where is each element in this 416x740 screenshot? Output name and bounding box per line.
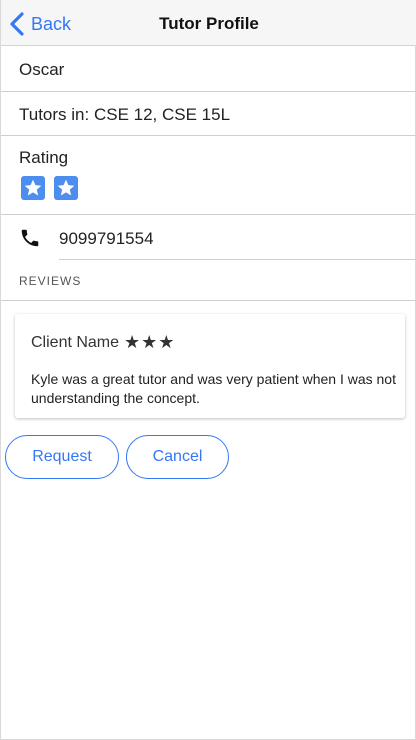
rating-star-icon: [21, 176, 45, 200]
phone-icon: [21, 229, 39, 247]
tutor-courses: Tutors in: CSE 12, CSE 15L: [19, 105, 231, 124]
tutor-name: Oscar: [19, 60, 65, 79]
review-stars: ★★★: [124, 332, 176, 352]
review-header: Client Name ★★★: [31, 332, 175, 353]
review-client-name: Client Name: [31, 333, 120, 351]
review-card: Client Name ★★★ Kyle was a great tutor a…: [15, 314, 405, 418]
request-button[interactable]: Request: [5, 435, 119, 479]
rating-star-icon: [54, 176, 78, 200]
cancel-button[interactable]: Cancel: [126, 435, 229, 479]
reviews-section-label: REVIEWS: [19, 274, 82, 288]
divider: [1, 300, 416, 301]
divider: [1, 135, 416, 136]
app-screen: Back Tutor Profile Oscar Tutors in: CSE …: [0, 0, 416, 740]
divider: [1, 91, 416, 92]
navigation-bar: Back Tutor Profile: [1, 0, 416, 46]
review-text: Kyle was a great tutor and was very pati…: [31, 371, 396, 406]
divider: [1, 214, 416, 215]
star-icon: [57, 179, 75, 196]
star-icon: [24, 179, 42, 196]
page-title: Tutor Profile: [159, 14, 259, 33]
phone-number[interactable]: 9099791554: [59, 229, 154, 249]
rating-label: Rating: [19, 148, 69, 167]
divider: [59, 259, 416, 260]
